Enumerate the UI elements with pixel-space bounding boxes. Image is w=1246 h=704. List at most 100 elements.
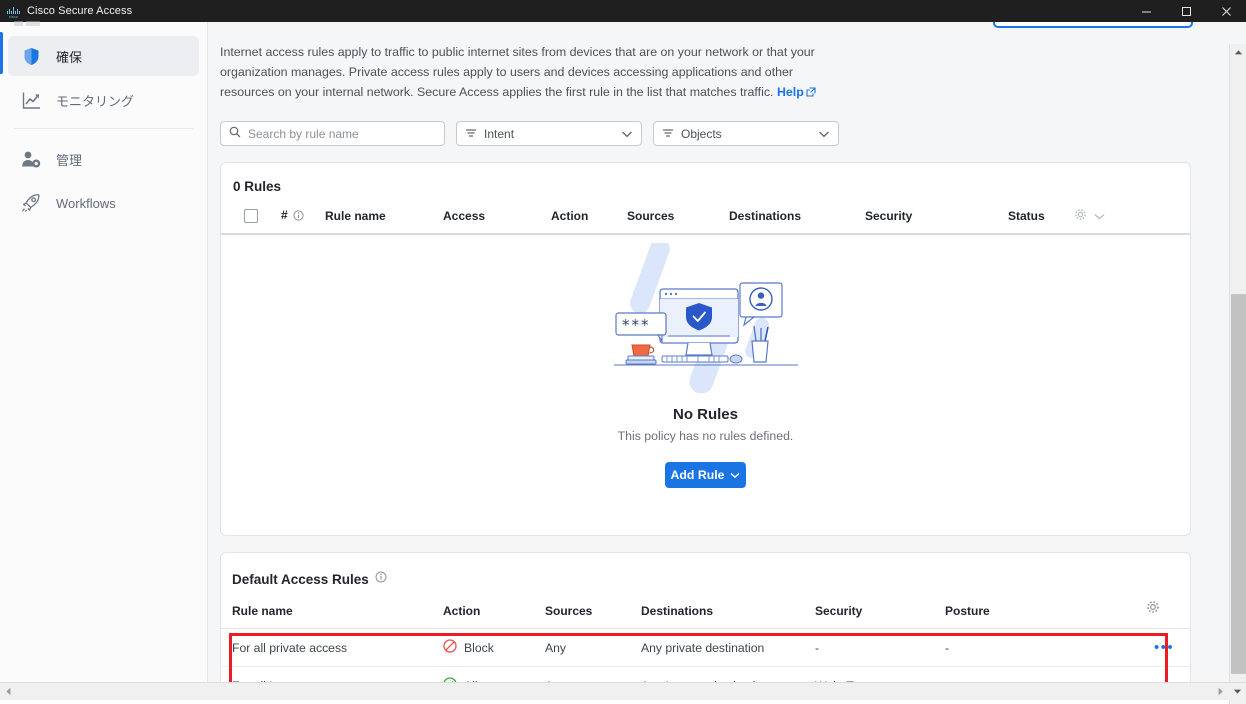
empty-state: *** [221,243,1190,488]
cell-security: - [815,629,945,667]
filter-icon [662,127,674,141]
table-header-row: Rule name Action Sources Destinations Se… [221,604,1190,629]
chevron-down-icon [621,127,633,141]
select-all-header [221,208,281,234]
user-gear-icon [20,148,42,170]
gear-icon[interactable] [1074,208,1087,224]
column-number: # [281,208,325,234]
sidebar-item-label: モニタリング [56,91,134,110]
column-security: Security [815,604,945,629]
scroll-horizontal-right-group [1212,683,1246,700]
row-menu-label: ••• [1154,639,1174,656]
sidebar-partial-item [14,19,42,27]
column-access: Access [443,208,551,234]
default-access-rules-card: Default Access Rules Rule name Action So… [220,552,1191,700]
chart-line-icon [20,89,42,111]
vertical-scrollbar[interactable] [1229,44,1246,704]
rocket-icon [20,192,42,214]
sidebar-divider [14,128,193,129]
add-rule-label: Add Rule [671,468,725,482]
intent-dropdown-label: Intent [484,127,514,141]
sidebar-item-monitoring[interactable]: モニタリング [8,80,199,120]
column-action: Action [551,208,627,234]
row-menu-button[interactable]: ••• [1095,629,1190,667]
help-link-label: Help [777,85,804,99]
scroll-right-button[interactable] [1212,683,1229,700]
gear-icon[interactable] [1146,600,1160,619]
rules-table-header: # Rule name Access Action Sources Destin… [221,208,1190,235]
shield-icon [20,45,42,67]
window-titlebar: cisco Cisco Secure Access [0,0,1246,22]
intro-paragraph: Internet access rules apply to traffic t… [220,42,820,103]
sidebar-item-admin[interactable]: 管理 [8,139,199,179]
svg-text:***: *** [622,316,651,334]
column-rule-name: Rule name [221,604,443,629]
sidebar-nav-list: 確保 モニタリング [0,22,207,223]
no-rules-illustration: *** [602,243,810,393]
search-input[interactable] [248,127,436,141]
cell-rule-name: For all private access [221,629,443,667]
rules-card: 0 Rules # Rule name Access [220,162,1191,536]
block-icon [443,639,457,656]
vertical-scrollbar-thumb[interactable] [1231,294,1246,674]
scroll-down-button[interactable] [1229,683,1246,700]
sidebar-item-secure[interactable]: 確保 [8,36,199,76]
table-row[interactable]: For all private access Block Any Any pri… [221,629,1190,667]
window-title: Cisco Secure Access [27,5,132,17]
info-icon[interactable] [293,210,304,224]
horizontal-scrollbar[interactable] [0,682,1246,700]
cell-sources: Any [545,629,641,667]
rules-count-title: 0 Rules [221,163,1190,194]
cell-posture: - [945,629,1095,667]
search-icon [229,125,241,143]
external-link-icon [806,83,816,103]
scroll-left-button[interactable] [0,683,17,700]
objects-dropdown-label: Objects [681,127,722,141]
objects-dropdown[interactable]: Objects [653,121,839,146]
action-label: Block [464,641,494,655]
column-posture: Posture [945,604,1095,629]
minimize-button[interactable] [1126,0,1166,22]
intro-text: Internet access rules apply to traffic t… [220,45,815,99]
table-header-row: # Rule name Access Action Sources Destin… [221,208,1190,234]
column-rule-name: Rule name [325,208,443,234]
column-sources: Sources [627,208,729,234]
column-label: # [281,208,288,222]
cisco-logo: cisco [7,3,20,19]
chevron-down-icon[interactable] [1094,209,1105,223]
empty-state-subtitle: This policy has no rules defined. [221,429,1190,443]
search-box[interactable] [220,121,445,146]
application-body: 確保 モニタリング [0,22,1246,700]
filter-bar: Intent Objects [220,121,1229,146]
sidebar-item-workflows[interactable]: Workflows [8,183,199,223]
sidebar: 確保 モニタリング [0,22,208,700]
column-label: Status [1008,209,1045,223]
column-sources: Sources [545,604,641,629]
column-destinations: Destinations [729,208,865,234]
cell-action: Block [443,629,545,667]
sidebar-active-accent [0,32,3,74]
default-rules-header: Default Access Rules [221,553,1190,588]
primary-action-button-cutoff[interactable] [993,22,1193,28]
column-action: Action [443,604,545,629]
intent-dropdown[interactable]: Intent [456,121,642,146]
cell-destinations: Any private destination [641,629,815,667]
chevron-down-icon [730,468,740,482]
sidebar-item-label: Workflows [56,196,116,211]
filter-icon [465,127,477,141]
help-link[interactable]: Help [777,85,804,99]
column-security: Security [865,208,1008,234]
sidebar-item-label: 確保 [56,47,82,66]
add-rule-button[interactable]: Add Rule [665,462,746,488]
scroll-up-button[interactable] [1230,44,1246,61]
sidebar-item-label: 管理 [56,150,82,169]
column-actions-menu [1095,604,1190,629]
close-button[interactable] [1206,0,1246,22]
empty-state-title: No Rules [221,406,1190,423]
main-content: Internet access rules apply to traffic t… [208,22,1229,700]
maximize-button[interactable] [1166,0,1206,22]
info-icon[interactable] [375,570,387,588]
default-rules-title: Default Access Rules [232,572,369,587]
select-all-checkbox[interactable] [244,209,258,223]
column-destinations: Destinations [641,604,815,629]
